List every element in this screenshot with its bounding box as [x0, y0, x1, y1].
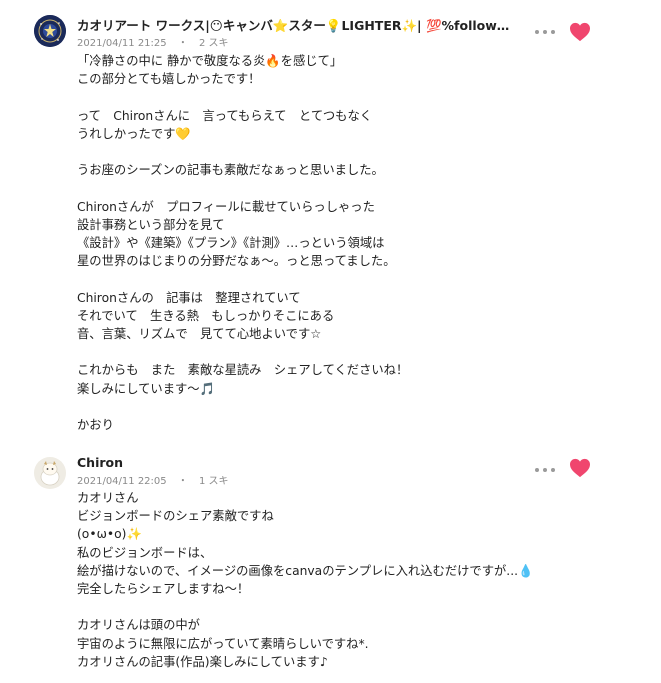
- comment-line: ビジョンボードのシェア素敵ですね: [77, 509, 274, 524]
- comment-line: かおり: [77, 417, 114, 432]
- comment-line: Chironさんが プロフィールに載せていらっしゃった: [77, 199, 375, 214]
- comment-line: 「冷静さの中に 静かで敬度なる炎🔥を感じて」: [77, 54, 343, 68]
- like-count[interactable]: 1 スキ: [199, 476, 229, 487]
- meta-separator: ・: [177, 38, 188, 49]
- comment-line: [77, 143, 601, 161]
- comment-line: それでいて 生きる熱 もしっかりそこにある: [77, 308, 335, 323]
- comment-line: って Chironさんに 言ってもらえて とてつもなく: [77, 108, 373, 123]
- comment-line: [77, 598, 601, 616]
- heart-icon[interactable]: [569, 458, 591, 478]
- comment-line: 《設計》や《建築》《プラン》《計測》…っという領域は: [77, 235, 385, 250]
- comment-line: 星の世界のはじまりの分野だなぁ〜。っと思ってました。: [77, 254, 396, 269]
- comment-item: Chiron 2021/04/11 22:05 ・ 1 スキ カオリさんビジョン…: [0, 450, 661, 683]
- comment-meta: 2021/04/11 22:05 ・ 1 スキ: [77, 472, 237, 487]
- comment-date: 2021/04/11 21:25: [77, 38, 167, 49]
- comment-line: [77, 179, 601, 197]
- avatar[interactable]: [34, 15, 66, 47]
- heart-icon[interactable]: [569, 22, 591, 42]
- comment-line: 音、言葉、リズムで 見てて心地よいです☆: [77, 326, 322, 341]
- comment-line: 私のビジョンボードは、: [77, 545, 213, 560]
- comment-item: カオリアート ワークス|😶キャンバ⭐スター💡LIGHTER✨| 💯%follow…: [0, 0, 661, 450]
- comment-line: Chironさんの 記事は 整理されていて: [77, 290, 301, 305]
- comment-line: カオリさん: [77, 491, 139, 505]
- comment-author[interactable]: Chiron: [77, 455, 511, 470]
- comment-line: 設計事務という部分を見て: [77, 217, 225, 232]
- comment-line: 楽しみにしています〜🎵: [77, 381, 215, 396]
- comment-body: 「冷静さの中に 静かで敬度なる炎🔥を感じて」 この部分とても嬉しかったです！ って …: [77, 52, 601, 434]
- comment-line: [77, 343, 601, 361]
- comment-body: カオリさんビジョンボードのシェア素敵ですね (o•ω•o)✨ 私のビジョンボードは、…: [77, 489, 601, 671]
- comment-line: カオリさんの記事(作品)楽しみにしています♪: [77, 654, 328, 669]
- comment-line: うお座のシーズンの記事も素敵だなぁっと思いました。: [77, 163, 384, 178]
- comment-line: [77, 88, 601, 106]
- comment-line: カオリさんは頭の中が: [77, 618, 200, 633]
- comment-line: (o•ω•o)✨: [77, 527, 142, 542]
- comment-line: この部分とても嬉しかったです！: [77, 72, 261, 87]
- avatar[interactable]: [34, 457, 66, 489]
- meta-separator: ・: [177, 476, 188, 487]
- comment-line: 完全したらシェアしますね〜！: [77, 582, 250, 597]
- more-horizontal-icon[interactable]: [535, 464, 555, 476]
- comment-line: これからも また 素敵な星読み シェアしてくださいね！: [77, 363, 409, 378]
- comment-date: 2021/04/11 22:05: [77, 476, 167, 487]
- comment-author[interactable]: カオリアート ワークス|😶キャンバ⭐スター💡LIGHTER✨| 💯%follow…: [77, 15, 511, 34]
- comment-line: 宇宙のように無限に広がっていて素晴らしいですね*.: [77, 636, 369, 651]
- comment-line: [77, 398, 601, 416]
- comment-line: [77, 270, 601, 288]
- comment-line: うれしかったです💛: [77, 126, 191, 141]
- comment-line: 絵が描けないので、イメージの画像をcanvaのテンプレに入れ込むだけですが...…: [77, 563, 534, 578]
- more-horizontal-icon[interactable]: [535, 26, 555, 38]
- comment-meta: 2021/04/11 21:25 ・ 2 スキ: [77, 34, 237, 49]
- like-count[interactable]: 2 スキ: [199, 38, 229, 49]
